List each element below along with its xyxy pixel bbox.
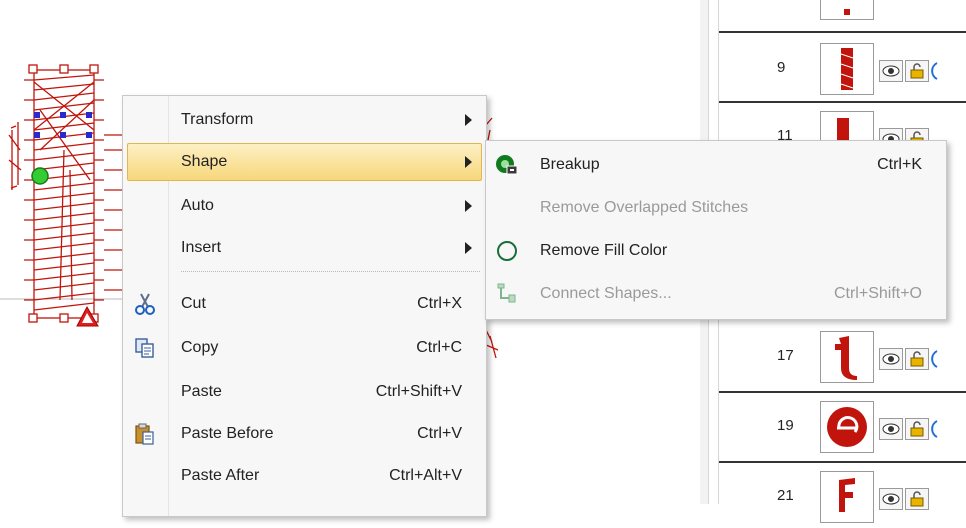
menu-item-label: Auto (181, 197, 214, 214)
object-row[interactable]: 17 (719, 324, 966, 388)
menu-item-cut[interactable]: Cut Ctrl+X (123, 283, 486, 325)
copy-icon (133, 336, 157, 360)
menu-item-label: Remove Fill Color (540, 242, 668, 259)
row-divider (719, 101, 966, 103)
shape-submenu: Breakup Ctrl+K Remove Overlapped Stitche… (485, 140, 947, 320)
object-thumbnail (820, 0, 874, 20)
menu-item-breakup[interactable]: Breakup Ctrl+K (486, 144, 946, 186)
color-chip-icon[interactable] (931, 60, 966, 82)
menu-item-shortcut: Ctrl+X (417, 295, 462, 312)
object-number: 17 (777, 347, 794, 364)
object-number: 21 (777, 487, 794, 504)
menu-item-insert[interactable]: Insert (123, 227, 486, 269)
menu-item-label: Breakup (540, 156, 600, 173)
menu-item-connect-shapes[interactable]: Connect Shapes... Ctrl+Shift+O (486, 273, 946, 315)
object-number: 9 (777, 59, 786, 76)
menu-item-copy[interactable]: Copy Ctrl+C (123, 327, 486, 369)
visibility-eye-icon[interactable] (879, 60, 903, 82)
visibility-eye-icon[interactable] (879, 418, 903, 440)
object-thumbnail (820, 331, 874, 383)
submenu-arrow-icon (465, 114, 472, 126)
context-menu: Transform Shape Auto Insert Cut Ctrl+X C… (122, 95, 487, 517)
menu-item-shortcut: Ctrl+Shift+V (375, 383, 462, 400)
submenu-arrow-icon (465, 156, 472, 168)
menu-separator (181, 271, 480, 272)
color-chip-icon[interactable] (931, 348, 966, 370)
menu-item-label: Paste After (181, 467, 260, 484)
menu-item-label: Insert (181, 239, 222, 256)
object-row[interactable]: 21 (719, 464, 966, 528)
menu-item-label: Cut (181, 295, 206, 312)
submenu-arrow-icon (465, 242, 472, 254)
lock-icon[interactable] (905, 488, 929, 510)
object-thumbnail (820, 471, 874, 523)
menu-item-shortcut: Ctrl+K (877, 156, 922, 173)
menu-item-auto[interactable]: Auto (123, 185, 486, 227)
paste-icon (133, 422, 157, 446)
color-chip-icon[interactable] (931, 418, 966, 440)
menu-item-transform[interactable]: Transform (123, 99, 486, 141)
menu-item-paste-after[interactable]: Paste After Ctrl+Alt+V (123, 455, 486, 497)
scissors-icon (133, 292, 157, 316)
start-point-node (31, 167, 49, 185)
menu-item-label: Connect Shapes... (540, 285, 672, 302)
menu-item-shortcut: Ctrl+Alt+V (389, 467, 462, 484)
menu-item-label: Paste (181, 383, 222, 400)
object-thumbnail (820, 401, 874, 453)
menu-item-paste[interactable]: Paste Ctrl+Shift+V (123, 371, 486, 413)
visibility-eye-icon[interactable] (879, 348, 903, 370)
menu-item-label: Transform (181, 111, 254, 128)
object-number: 19 (777, 417, 794, 434)
connect-shapes-icon (495, 282, 519, 306)
object-row[interactable] (719, 0, 966, 26)
menu-item-remove-fill-color[interactable]: Remove Fill Color (486, 230, 946, 272)
menu-item-shape[interactable]: Shape (127, 141, 482, 183)
row-divider (719, 31, 966, 33)
lock-icon[interactable] (905, 60, 929, 82)
menu-item-label: Paste Before (181, 425, 274, 442)
object-thumbnail (820, 43, 874, 95)
menu-item-label: Shape (181, 153, 228, 170)
breakup-icon (495, 153, 519, 177)
object-row[interactable]: 9 (719, 36, 966, 100)
menu-item-shortcut: Ctrl+V (417, 425, 462, 442)
row-divider (719, 391, 966, 393)
submenu-arrow-icon (465, 200, 472, 212)
circle-outline-icon (495, 239, 519, 263)
menu-item-shortcut: Ctrl+Shift+O (833, 285, 922, 302)
menu-item-label: Remove Overlapped Stitches (540, 199, 749, 216)
lock-icon[interactable] (905, 348, 929, 370)
object-row[interactable]: 19 (719, 394, 966, 458)
menu-item-label: Copy (181, 339, 219, 356)
menu-item-remove-overlapped-stitches[interactable]: Remove Overlapped Stitches (486, 187, 946, 229)
menu-item-paste-before[interactable]: Paste Before Ctrl+V (123, 413, 486, 455)
menu-item-shortcut: Ctrl+C (416, 339, 462, 356)
lock-icon[interactable] (905, 418, 929, 440)
visibility-eye-icon[interactable] (879, 488, 903, 510)
row-divider (719, 461, 966, 463)
